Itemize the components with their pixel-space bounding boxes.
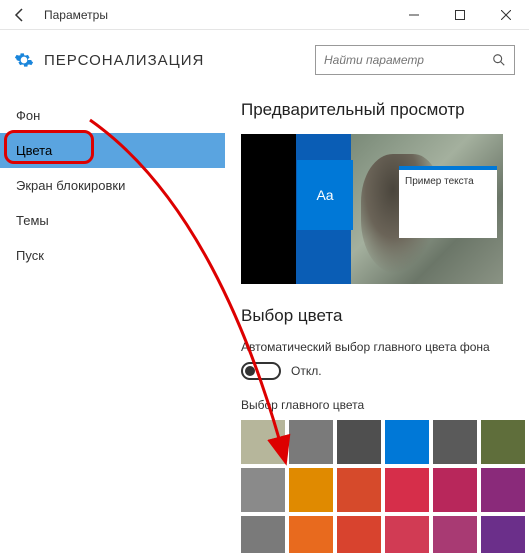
preview-taskbar	[241, 134, 296, 284]
preview-pane: Aa Пример текста	[241, 134, 503, 284]
auto-color-label: Автоматический выбор главного цвета фона	[241, 340, 513, 354]
search-icon	[492, 53, 506, 67]
color-swatch[interactable]	[241, 420, 285, 464]
color-swatch[interactable]	[481, 420, 525, 464]
toggle-thumb	[245, 366, 255, 376]
color-swatch[interactable]	[241, 468, 285, 512]
sidebar: Фон Цвета Экран блокировки Темы Пуск	[0, 90, 225, 553]
header: ПЕРСОНАЛИЗАЦИЯ	[0, 30, 529, 90]
content: Предварительный просмотр Aa Пример текст…	[225, 90, 529, 553]
search-input[interactable]	[324, 53, 492, 67]
minimize-icon	[409, 10, 419, 20]
window-title: Параметры	[40, 8, 391, 22]
sidebar-item-colors[interactable]: Цвета	[0, 133, 225, 168]
minimize-button[interactable]	[391, 0, 437, 30]
body: Фон Цвета Экран блокировки Темы Пуск Пре…	[0, 90, 529, 553]
color-swatch-grid	[241, 420, 513, 553]
auto-color-toggle[interactable]: Откл.	[241, 362, 513, 380]
color-swatch[interactable]	[385, 420, 429, 464]
color-swatch[interactable]	[433, 516, 477, 553]
color-swatch[interactable]	[289, 468, 333, 512]
window-controls	[391, 0, 529, 30]
sidebar-item-lockscreen[interactable]: Экран блокировки	[0, 168, 225, 203]
maximize-button[interactable]	[437, 0, 483, 30]
color-swatch[interactable]	[289, 420, 333, 464]
close-icon	[501, 10, 511, 20]
titlebar: Параметры	[0, 0, 529, 30]
toggle-track	[241, 362, 281, 380]
color-heading: Выбор цвета	[241, 306, 513, 326]
toggle-state-label: Откл.	[291, 364, 322, 378]
accent-label: Выбор главного цвета	[241, 398, 513, 412]
maximize-icon	[455, 10, 465, 20]
color-swatch[interactable]	[289, 516, 333, 553]
close-button[interactable]	[483, 0, 529, 30]
sidebar-item-themes[interactable]: Темы	[0, 203, 225, 238]
back-button[interactable]	[0, 0, 40, 30]
preview-heading: Предварительный просмотр	[241, 100, 513, 120]
color-swatch[interactable]	[385, 516, 429, 553]
color-swatch[interactable]	[433, 468, 477, 512]
sidebar-item-start[interactable]: Пуск	[0, 238, 225, 273]
preview-aa-tile: Aa	[297, 160, 353, 230]
color-swatch[interactable]	[481, 516, 525, 553]
color-swatch[interactable]	[337, 468, 381, 512]
color-swatch[interactable]	[481, 468, 525, 512]
preview-text-window: Пример текста	[399, 166, 497, 238]
color-swatch[interactable]	[433, 420, 477, 464]
page-title: ПЕРСОНАЛИЗАЦИЯ	[44, 52, 305, 69]
back-arrow-icon	[12, 7, 28, 23]
sidebar-item-background[interactable]: Фон	[0, 98, 225, 133]
color-swatch[interactable]	[337, 420, 381, 464]
color-swatch[interactable]	[241, 516, 285, 553]
color-swatch[interactable]	[337, 516, 381, 553]
color-swatch[interactable]	[385, 468, 429, 512]
search-box[interactable]	[315, 45, 515, 75]
gear-icon	[14, 50, 34, 70]
